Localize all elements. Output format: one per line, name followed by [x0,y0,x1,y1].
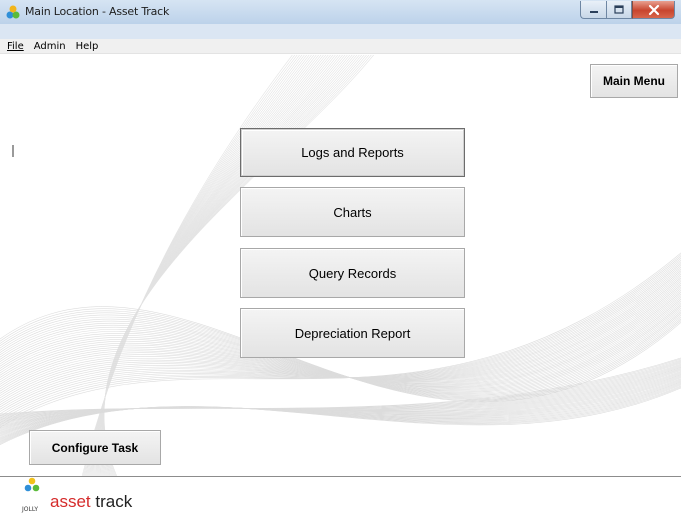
brand-word-asset: asset [50,492,91,511]
application-window: Main Location - Asset Track File Admin H… [0,0,681,516]
brand-word-track: track [95,492,133,511]
jolly-logo-icon [24,477,40,492]
logs-and-reports-button[interactable]: Logs and Reports [240,128,465,177]
app-icon [6,5,20,19]
brand-name: asset track [50,493,132,511]
menu-help[interactable]: Help [76,41,99,52]
menu-admin[interactable]: Admin [34,41,66,52]
menu-file[interactable]: File [7,41,24,52]
logo-subtext: JOLLY [22,506,39,513]
configure-task-button[interactable]: Configure Task [29,430,161,465]
window-edge-marker [12,145,14,157]
maximize-icon [614,4,624,14]
title-bar[interactable]: Main Location - Asset Track [0,0,681,25]
close-icon [648,4,659,15]
title-bar-extension [0,24,681,39]
query-records-button[interactable]: Query Records [240,248,465,298]
menu-bar: File Admin Help [0,39,681,54]
depreciation-report-button[interactable]: Depreciation Report [240,308,465,358]
close-button[interactable] [632,1,675,19]
main-menu-button[interactable]: Main Menu [590,64,678,98]
minimize-button[interactable] [580,1,606,19]
minimize-icon [589,10,598,13]
maximize-button[interactable] [606,1,632,19]
window-title: Main Location - Asset Track [25,5,170,18]
charts-button[interactable]: Charts [240,187,465,237]
window-controls [580,1,675,19]
